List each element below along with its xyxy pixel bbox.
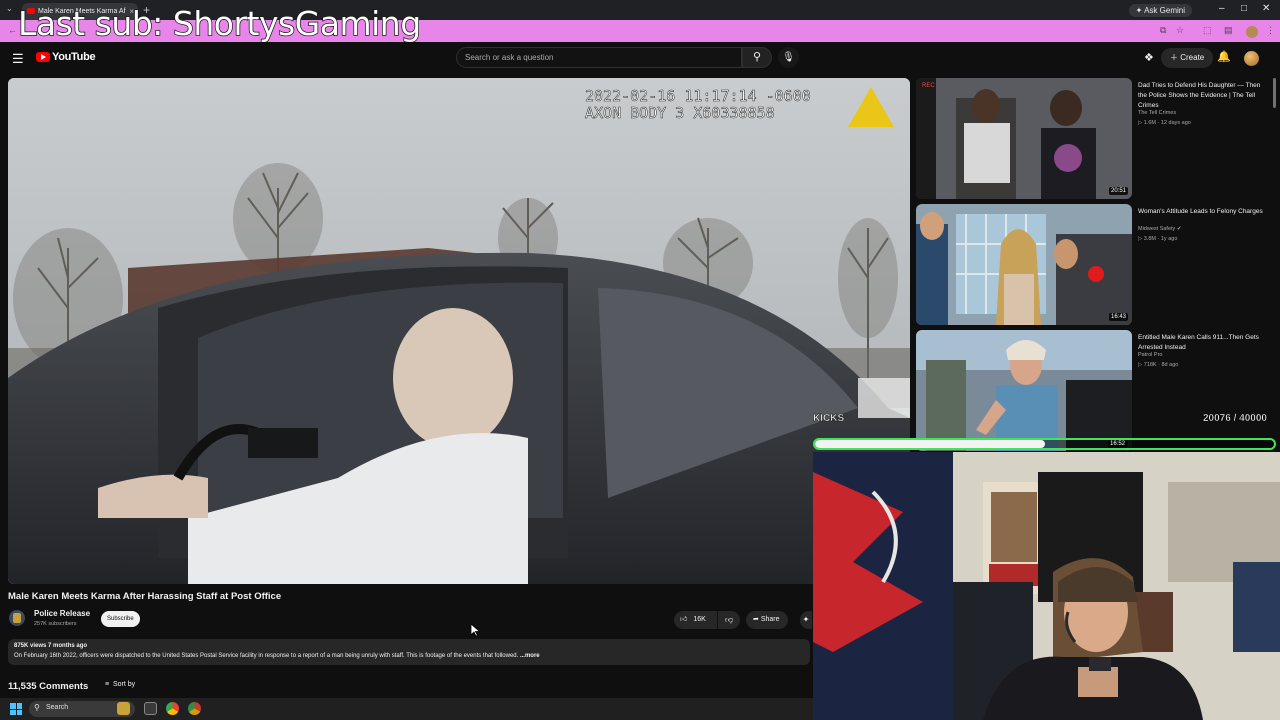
- tab-search-icon[interactable]: ⌄: [6, 4, 13, 13]
- maximize-button[interactable]: □: [1241, 3, 1247, 14]
- subscribe-button[interactable]: Subscribe: [101, 611, 140, 627]
- kicks-goal-label: KICKS: [813, 413, 845, 424]
- thumbs-up-icon: 👍︎: [680, 616, 688, 623]
- ask-gemini-label: Ask Gemini: [1144, 6, 1185, 15]
- search-icon: ⚲: [752, 51, 762, 63]
- description-body: On February 16th 2022, officers were dis…: [14, 653, 519, 659]
- youtube-logo-icon[interactable]: [36, 52, 50, 62]
- kicks-goal-progress-bar: [813, 438, 1276, 450]
- sort-comments-button[interactable]: ≡ Sort by: [105, 681, 135, 688]
- share-label: Share: [760, 616, 780, 623]
- sidebar-icon[interactable]: ▤: [1224, 25, 1233, 36]
- kicks-goal-progress-fill: [815, 440, 1046, 448]
- rec-badge: REC: [922, 83, 935, 89]
- recommendation-channel[interactable]: Midwest Safety ✔: [1138, 226, 1266, 232]
- recommendation-title[interactable]: Dad Tries to Defend His Daughter — Then …: [1138, 81, 1266, 111]
- chrome-profile-icon[interactable]: [188, 702, 201, 715]
- sparkle-icon: ✦: [802, 615, 810, 624]
- webcam-image: [813, 452, 1280, 720]
- like-count: 16K: [693, 616, 706, 623]
- screen: ⌄ Male Karen Meets Karma Af × + ✦ Ask Ge…: [0, 0, 1280, 720]
- notifications-bell-icon[interactable]: 🔔: [1217, 50, 1231, 63]
- thumbnail-image: [916, 330, 1132, 451]
- microphone-icon: 🎙: [782, 52, 795, 63]
- video-title: Male Karen Meets Karma After Harassing S…: [8, 591, 282, 602]
- bodycam-timestamp: 2022-02-16 11:17:14 -0600 AXON BODY 3 X60…: [585, 87, 811, 122]
- like-button[interactable]: 👍︎ 16K: [674, 611, 717, 629]
- search-input[interactable]: Search or ask a question: [456, 47, 742, 68]
- recommendation-meta: ▷ 718K · 8d ago: [1138, 362, 1179, 368]
- windows-taskbar: ⚲ Search: [0, 698, 813, 720]
- video-player[interactable]: 2022-02-16 11:17:14 -0600 AXON BODY 3 X60…: [8, 78, 910, 584]
- bookmark-star-icon[interactable]: ☆: [1176, 25, 1184, 36]
- channel-subscribers: 257K subscribers: [34, 621, 77, 627]
- recommendation-thumbnail[interactable]: 16:43: [916, 204, 1132, 325]
- youtube-wordmark[interactable]: YouTube: [52, 51, 96, 63]
- recommendation-title[interactable]: Woman's Attitude Leads to Felony Charges: [1138, 207, 1266, 217]
- thumbnail-image: [916, 204, 1132, 325]
- share-button[interactable]: ➦ Share: [746, 611, 788, 629]
- duration-badge: 20:51: [1108, 187, 1128, 195]
- dislike-button[interactable]: 👎︎: [718, 611, 740, 629]
- streamer-webcam: [813, 452, 1280, 720]
- voice-search-button[interactable]: 🎙: [778, 47, 799, 68]
- share-arrow-icon: ➦: [753, 616, 759, 623]
- recommendation-title[interactable]: Entitled Male Karen Calls 911...Then Get…: [1138, 333, 1266, 353]
- comments-count: 11,535 Comments: [8, 681, 89, 692]
- minimize-button[interactable]: –: [1219, 3, 1225, 14]
- description-text: On February 16th 2022, officers were dis…: [14, 653, 540, 659]
- bodycam-timestamp-line1: 2022-02-16 11:17:14 -0600: [585, 87, 811, 105]
- thumbs-down-icon: 👎︎: [724, 615, 734, 624]
- back-arrow-icon[interactable]: ←: [8, 25, 17, 35]
- sidebar-scrollbar[interactable]: [1273, 78, 1276, 108]
- duration-badge: 16:52: [1108, 440, 1128, 448]
- mouse-cursor-icon: [471, 624, 480, 637]
- taskbar-search-icon: ⚲: [34, 703, 40, 712]
- windows-start-icon[interactable]: [10, 703, 22, 715]
- create-label: Create: [1180, 53, 1205, 62]
- channel-name[interactable]: Police Release: [34, 609, 90, 618]
- install-icon[interactable]: ⧉: [1160, 25, 1166, 36]
- create-button[interactable]: ＋ Create: [1161, 48, 1214, 68]
- taskbar-search-label: Search: [46, 704, 69, 711]
- recommendation-meta: ▷ 3.8M · 1y ago: [1138, 236, 1178, 242]
- recommendation-channel[interactable]: The Tell Crimes: [1138, 110, 1266, 116]
- cat-widget-icon[interactable]: [117, 702, 130, 715]
- sort-icon: ≡: [105, 681, 110, 688]
- duration-badge: 16:43: [1108, 313, 1128, 321]
- views-and-date: 875K views 7 months ago: [14, 643, 88, 649]
- last-sub-text: Last sub: ShortysGaming: [17, 3, 422, 44]
- sort-label: Sort by: [112, 681, 136, 688]
- kicks-goal-count: 20076 / 40000: [1203, 413, 1267, 424]
- profile-avatar-icon[interactable]: [1246, 26, 1258, 38]
- ai-sparkle-icon[interactable]: ❖: [1144, 51, 1154, 64]
- chrome-icon[interactable]: [166, 702, 179, 715]
- youtube-header: ☰ YouTube Search or ask a question ⚲ 🎙 ❖…: [0, 42, 1280, 74]
- axon-logo-icon: [848, 87, 894, 127]
- recommendation-thumbnail[interactable]: REC 20:51: [916, 78, 1132, 199]
- channel-avatar[interactable]: [9, 610, 25, 626]
- video-frame: [8, 78, 910, 584]
- hamburger-menu-icon[interactable]: ☰: [12, 51, 24, 67]
- more-actions-button[interactable]: ✦: [800, 611, 812, 629]
- window-close-button[interactable]: ✕: [1262, 3, 1270, 14]
- search-button[interactable]: ⚲: [742, 47, 772, 68]
- thumbnail-image: [916, 78, 1132, 199]
- description-box[interactable]: 875K views 7 months ago On February 16th…: [8, 639, 810, 665]
- recommendation-meta: ▷ 1.6M · 12 days ago: [1138, 120, 1191, 126]
- ask-gemini-button[interactable]: ✦ Ask Gemini: [1128, 4, 1192, 17]
- task-view-icon[interactable]: [144, 702, 157, 715]
- recommendation-channel[interactable]: Patrol Pro: [1138, 352, 1266, 358]
- browser-menu-icon[interactable]: ⋮: [1266, 25, 1275, 36]
- recommendation-thumbnail[interactable]: 16:52: [916, 330, 1132, 451]
- show-more-link[interactable]: ...more: [520, 653, 540, 659]
- bodycam-timestamp-line2: AXON BODY 3 X60338858: [585, 104, 775, 122]
- user-avatar[interactable]: [1244, 51, 1259, 66]
- extensions-icon[interactable]: ⬚: [1203, 25, 1212, 36]
